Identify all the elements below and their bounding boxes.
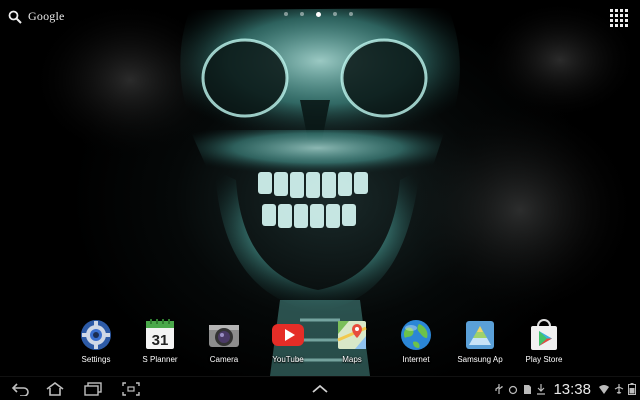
dock-app-settings[interactable]: Settings: [64, 318, 128, 364]
calendar-icon: 31: [143, 318, 177, 352]
page-dot: [300, 12, 304, 16]
dock-label: Samsung Ap: [457, 355, 503, 364]
dock-app-s-planner[interactable]: 31 S Planner: [128, 318, 192, 364]
screenshot-button[interactable]: [118, 380, 144, 398]
screenshot-icon: [122, 382, 140, 396]
back-arrow-icon: [11, 383, 29, 396]
app-drawer-grid-icon[interactable]: [610, 9, 628, 27]
battery-icon: [628, 383, 636, 395]
globe-icon: [399, 318, 433, 352]
airplane-icon: [614, 384, 624, 394]
dock-app-samsung-apps[interactable]: Samsung Ap: [448, 318, 512, 364]
search-icon: [8, 10, 22, 24]
page-dot: [333, 12, 337, 16]
dock-app-camera[interactable]: Camera: [192, 318, 256, 364]
page-indicator: [284, 11, 353, 17]
download-icon: [537, 384, 546, 395]
mini-apps-tray-button[interactable]: [307, 380, 333, 398]
home-button[interactable]: [42, 380, 68, 398]
page-dot: [349, 12, 353, 16]
maps-icon: [335, 318, 369, 352]
youtube-icon: [271, 318, 305, 352]
google-search-widget[interactable]: Google: [8, 9, 65, 24]
dock-label: Internet: [402, 355, 430, 364]
recycle-icon: [509, 385, 518, 395]
clock: 13:38: [553, 380, 591, 398]
page-dot-active: [316, 11, 321, 17]
dock-label: Play Store: [525, 355, 563, 364]
dock-label: Camera: [209, 355, 239, 364]
camera-icon: [207, 318, 241, 352]
status-area[interactable]: 13:38: [494, 379, 636, 399]
play-store-icon: [527, 318, 561, 352]
wifi-icon: [599, 385, 609, 394]
page-dot: [284, 12, 288, 16]
samsung-apps-icon: [463, 318, 497, 352]
dock-app-youtube[interactable]: YouTube: [256, 318, 320, 364]
system-navigation-bar: 13:38: [0, 376, 640, 400]
recent-apps-button[interactable]: [80, 380, 106, 398]
recent-apps-icon: [84, 382, 102, 396]
usb-icon: [495, 384, 504, 394]
chevron-up-icon: [312, 384, 328, 393]
dock-label: S Planner: [142, 355, 178, 364]
home-icon: [46, 382, 64, 396]
dock-app-maps[interactable]: Maps: [320, 318, 384, 364]
google-search-label: Google: [28, 9, 65, 23]
dock-label: YouTube: [272, 355, 304, 364]
dock-label: Settings: [81, 355, 111, 364]
settings-gear-icon: [79, 318, 113, 352]
calendar-date: 31: [152, 332, 169, 349]
dock-app-play-store[interactable]: Play Store: [512, 318, 576, 364]
app-dock: Settings 31 S Planner Camera YouTube Map…: [64, 318, 576, 370]
back-button[interactable]: [8, 380, 34, 398]
dock-label: Maps: [342, 355, 362, 364]
sd-card-icon: [524, 385, 532, 394]
dock-app-internet[interactable]: Internet: [384, 318, 448, 364]
